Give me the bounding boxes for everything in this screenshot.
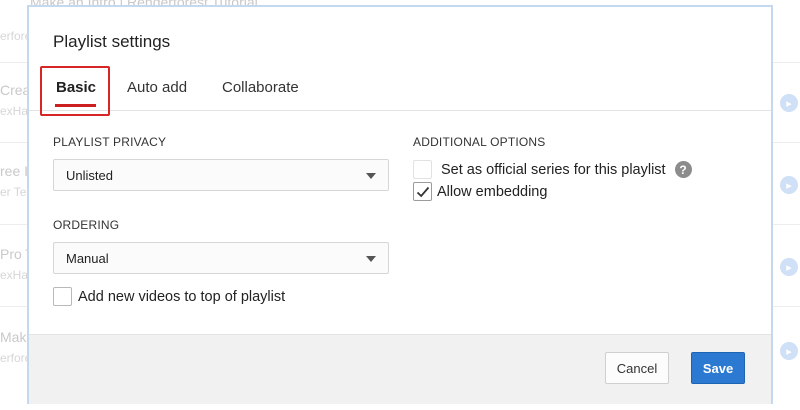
dialog-footer: Cancel Save: [29, 334, 771, 404]
add-to-top-option[interactable]: Add new videos to top of playlist: [53, 287, 285, 306]
background-badge-icon: ▸: [780, 94, 798, 112]
add-to-top-checkbox[interactable]: [53, 287, 72, 306]
active-tab-indicator: [55, 104, 96, 107]
background-badge-icon: ▸: [780, 258, 798, 276]
list-item: ree I er Te: [0, 163, 29, 199]
embedding-option[interactable]: Allow embedding: [413, 182, 547, 201]
privacy-select[interactable]: Unlisted: [53, 159, 389, 191]
list-item: erfore: [0, 29, 30, 43]
ordering-label: ORDERING: [53, 218, 120, 232]
playlist-settings-dialog: Playlist settings Basic Auto add Collabo…: [27, 5, 773, 404]
tab-auto-add[interactable]: Auto add: [127, 79, 187, 96]
background-badge-icon: ▸: [780, 342, 798, 360]
tab-collaborate[interactable]: Collaborate: [222, 79, 299, 96]
additional-options-label: ADDITIONAL OPTIONS: [413, 135, 546, 149]
settings-tabs: Basic Auto add Collaborate: [29, 67, 771, 111]
embedding-label: Allow embedding: [437, 183, 548, 200]
tab-basic[interactable]: Basic: [56, 79, 96, 96]
privacy-select-value: Unlisted: [66, 167, 113, 183]
ordering-select[interactable]: Manual: [53, 242, 389, 274]
save-button[interactable]: Save: [691, 352, 745, 384]
embedding-checkbox[interactable]: [413, 182, 432, 201]
dropdown-arrow-icon: [366, 256, 376, 262]
cancel-button[interactable]: Cancel: [605, 352, 669, 384]
dropdown-arrow-icon: [366, 173, 376, 179]
background-badge-icon: ▸: [780, 176, 798, 194]
list-item: Pro T exHa: [0, 246, 30, 282]
dialog-title: Playlist settings: [53, 32, 171, 51]
list-item: Creat exHa: [0, 82, 30, 118]
help-icon[interactable]: ?: [674, 161, 692, 178]
official-series-checkbox[interactable]: [413, 160, 432, 179]
privacy-label: PLAYLIST PRIVACY: [53, 135, 167, 149]
official-series-option[interactable]: Set as official series for this playlist…: [413, 160, 692, 179]
checkmark-icon: [416, 186, 429, 197]
ordering-select-value: Manual: [66, 250, 109, 266]
add-to-top-label: Add new videos to top of playlist: [78, 288, 286, 305]
official-series-label: Set as official series for this playlist: [441, 161, 666, 178]
list-item: Make erfore: [0, 329, 30, 365]
